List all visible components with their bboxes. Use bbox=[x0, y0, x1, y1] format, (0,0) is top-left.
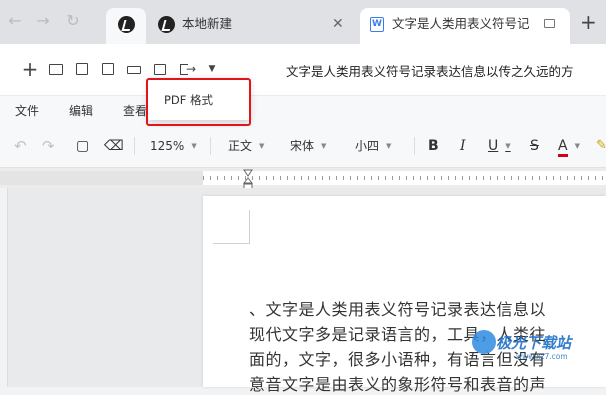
window-icon[interactable] bbox=[544, 19, 555, 28]
size-value: 小四 bbox=[355, 139, 380, 153]
tab-home[interactable] bbox=[106, 8, 146, 44]
font-color-button[interactable]: A ▼ bbox=[558, 138, 580, 157]
forward-icon[interactable]: → bbox=[32, 10, 54, 32]
menu-edit[interactable]: 编辑 bbox=[69, 102, 93, 119]
tab-document[interactable]: W 文字是人类用表义符号记 bbox=[360, 8, 570, 44]
back-icon[interactable]: ← bbox=[4, 10, 26, 32]
doc-header: + → ▼ 文字是人类用表义符号记录表达信息以传之久远的方 bbox=[0, 44, 606, 96]
format-toolbar: ↶ ↷ ▢ ⌫ 125% ▼ 正文 ▼ 宋体 ▼ 小四 ▼ B I U ▼ S A ▼ ✎ bbox=[0, 124, 606, 168]
chevron-down-icon: ▼ bbox=[321, 142, 327, 150]
style-value: 正文 bbox=[228, 139, 253, 153]
vertical-ruler bbox=[0, 188, 8, 387]
save-icon[interactable] bbox=[73, 60, 91, 78]
zoom-value: 125% bbox=[150, 139, 185, 153]
word-doc-icon: W bbox=[370, 17, 384, 32]
tab-label: 本地新建 bbox=[182, 16, 233, 31]
tab-label: 文字是人类用表义符号记 bbox=[392, 16, 530, 31]
plus-icon[interactable]: + bbox=[21, 59, 39, 79]
watermark-text: 极光下载站 bbox=[496, 334, 572, 352]
highlight-box bbox=[146, 78, 251, 126]
chevron-down-icon: ▼ bbox=[574, 142, 580, 150]
style-select[interactable]: 正文 ▼ bbox=[228, 138, 264, 154]
ruler-scale bbox=[203, 171, 606, 185]
horizontal-ruler bbox=[0, 168, 606, 188]
ruler-margin bbox=[0, 171, 203, 185]
eraser-icon[interactable]: ⌫ bbox=[104, 138, 124, 154]
save-as-icon[interactable] bbox=[99, 60, 117, 78]
chevron-down-icon: ▼ bbox=[259, 142, 265, 150]
indent-marker-icon[interactable] bbox=[243, 168, 253, 190]
menu-file[interactable]: 文件 bbox=[15, 102, 39, 119]
zoom-select[interactable]: 125% ▼ bbox=[150, 138, 197, 154]
export-icon[interactable]: → bbox=[177, 60, 196, 78]
text-line[interactable]: 、文字是人类用表义符号记录表达信息以 bbox=[249, 296, 546, 320]
new-tab-button[interactable]: + bbox=[580, 12, 597, 32]
chevron-down-icon: ▼ bbox=[191, 142, 197, 150]
format-painter-icon[interactable]: ▢ bbox=[76, 138, 89, 154]
text-line[interactable]: 意音文字是由表义的象形符号和表音的声 bbox=[249, 371, 546, 395]
redo-icon[interactable]: ↷ bbox=[42, 138, 55, 154]
margin-corner-mark bbox=[249, 210, 250, 244]
margin-corner-mark bbox=[213, 243, 250, 244]
highlight-icon[interactable]: ✎ bbox=[596, 138, 606, 154]
menu-bar: 文件 编辑 查看 bbox=[0, 96, 606, 124]
underline-button[interactable]: U ▼ bbox=[488, 138, 511, 154]
folder-icon[interactable] bbox=[47, 60, 65, 78]
close-icon[interactable]: ✕ bbox=[332, 8, 344, 40]
print-icon[interactable] bbox=[125, 60, 143, 78]
watermark-logo-icon bbox=[472, 330, 496, 354]
watermark-url: www.xz7.com bbox=[516, 352, 568, 361]
app-logo-icon bbox=[158, 16, 175, 33]
undo-icon[interactable]: ↶ bbox=[14, 138, 27, 154]
app-logo-icon bbox=[118, 16, 135, 33]
italic-button[interactable]: I bbox=[460, 138, 466, 154]
font-color-label: A bbox=[558, 138, 568, 157]
browser-tab-bar: ← → ↻ 本地新建 ✕ W 文字是人类用表义符号记 + bbox=[0, 0, 606, 44]
underline-label: U bbox=[488, 138, 499, 154]
chevron-down-icon: ▼ bbox=[505, 142, 511, 150]
chevron-down-icon: ▼ bbox=[386, 142, 392, 150]
divider bbox=[210, 137, 211, 155]
document-title[interactable]: 文字是人类用表义符号记录表达信息以传之久远的方 bbox=[286, 61, 606, 80]
strikethrough-button[interactable]: S bbox=[530, 138, 539, 154]
tab-local-new[interactable]: 本地新建 ✕ bbox=[148, 8, 354, 44]
refresh-icon[interactable]: ↻ bbox=[62, 10, 84, 32]
more-dropdown-icon[interactable]: ▼ bbox=[203, 60, 221, 78]
menu-view[interactable]: 查看 bbox=[123, 102, 147, 119]
font-value: 宋体 bbox=[290, 139, 315, 153]
divider bbox=[134, 137, 135, 155]
divider bbox=[414, 137, 415, 155]
size-select[interactable]: 小四 ▼ bbox=[355, 138, 391, 154]
share-icon[interactable] bbox=[151, 60, 169, 78]
font-select[interactable]: 宋体 ▼ bbox=[290, 138, 326, 154]
bold-button[interactable]: B bbox=[428, 138, 439, 154]
